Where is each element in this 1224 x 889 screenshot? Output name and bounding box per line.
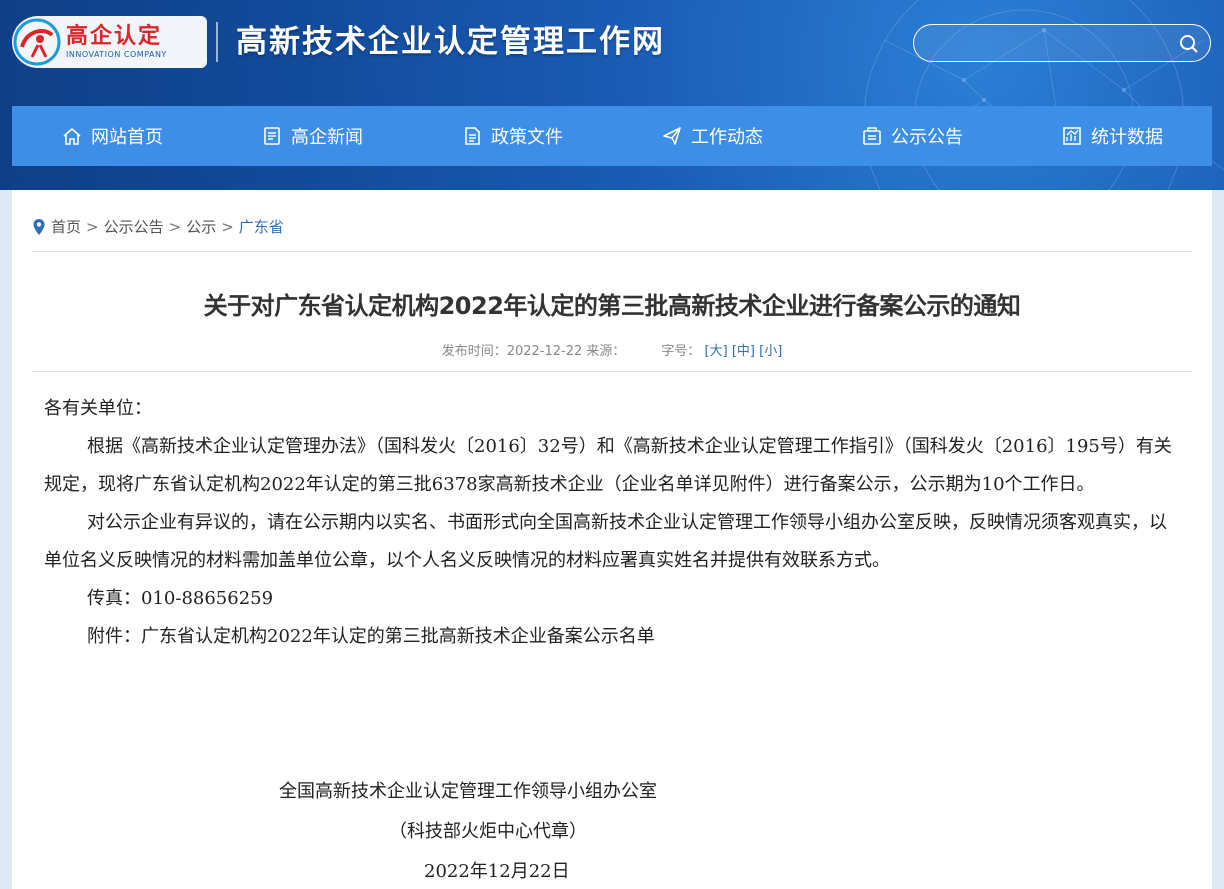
attachment-label: 附件： (87, 626, 141, 647)
nav-item-news[interactable]: 高企新闻 (212, 106, 412, 166)
article-meta: 发布时间：2022-12-22 来源： 字号： [大] [中] [小] (12, 340, 1212, 359)
salutation: 各有关单位： (44, 398, 152, 419)
logo-english-text: INNOVATION COMPANY (66, 49, 167, 59)
announcement-icon (863, 127, 881, 145)
paper-plane-icon (663, 127, 681, 145)
nav-item-label: 公示公告 (891, 127, 963, 148)
nav-item-work-updates[interactable]: 工作动态 (612, 106, 812, 166)
logo-emblem-icon (13, 18, 61, 66)
font-size-label: 字号： (661, 344, 701, 359)
breadcrumb-home-link[interactable]: 首页 (51, 216, 81, 237)
attachment-link[interactable]: 广东省认定机构2022年认定的第三批高新技术企业备案公示名单 (141, 626, 655, 647)
article-title: 关于对广东省认定机构2022年认定的第三批高新技术企业进行备案公示的通知 (203, 292, 1021, 320)
nav-item-label: 政策文件 (491, 127, 563, 148)
attachment-line: 附件：广东省认定机构2022年认定的第三批高新技术企业备案公示名单 (44, 618, 1182, 656)
content-panel: 首页 > 公示公告 > 公示 > 广东省 关于对广东省认定机构2022年认定的第… (12, 190, 1212, 889)
publish-time: 发布时间：2022-12-22 来源： (441, 344, 626, 359)
breadcrumb-announcements-link[interactable]: 公示公告 (104, 216, 164, 237)
fax-line: 传真：010-88656259 (87, 588, 274, 609)
breadcrumb-separator: > (168, 217, 182, 236)
article-body: 各有关单位： 根据《高新技术企业认定管理办法》（国科发火〔2016〕32号）和《… (44, 390, 1182, 656)
breadcrumb: 首页 > 公示公告 > 公示 > 广东省 (32, 216, 284, 237)
font-small-link[interactable]: [小] (759, 344, 782, 359)
signature-date: 2022年12月22日 (424, 861, 570, 882)
logo-chinese-text: 高企认定 (66, 23, 163, 49)
search-box (913, 24, 1211, 62)
nav-item-label: 网站首页 (91, 127, 163, 148)
signature-org: 全国高新技术企业认定管理工作领导小组办公室 (279, 781, 657, 802)
font-medium-link[interactable]: [中] (732, 344, 755, 359)
breadcrumb-separator: > (221, 217, 234, 236)
article-paragraph: 根据《高新技术企业认定管理办法》（国科发火〔2016〕32号）和《高新技术企业认… (44, 436, 1172, 495)
site-logo[interactable]: 高企认定 INNOVATION COMPANY (12, 16, 207, 68)
font-large-link[interactable]: [大] (705, 344, 728, 359)
nav-item-announcements[interactable]: 公示公告 (812, 106, 1012, 166)
breadcrumb-separator: > (86, 217, 99, 236)
divider (32, 251, 1192, 252)
news-icon (264, 127, 280, 145)
nav-item-label: 工作动态 (691, 127, 763, 148)
search-icon[interactable] (1178, 33, 1200, 55)
main-nav: 网站首页 高企新闻 政策文件 工作动态 公示公告 统计数据 (12, 106, 1212, 166)
nav-item-label: 统计数据 (1091, 127, 1163, 148)
home-icon (63, 127, 81, 145)
nav-item-policy[interactable]: 政策文件 (412, 106, 612, 166)
article-paragraph: 对公示企业有异议的，请在公示期内以实名、书面形式向全国高新技术企业认定管理工作领… (44, 512, 1167, 571)
signature-sub: （科技部火炬中心代章） (389, 821, 587, 842)
breadcrumb-publicity-link[interactable]: 公示 (186, 216, 216, 237)
nav-item-label: 高企新闻 (291, 127, 363, 148)
location-pin-icon (33, 218, 45, 235)
nav-item-statistics[interactable]: 统计数据 (1012, 106, 1212, 166)
chart-icon (1063, 127, 1081, 145)
breadcrumb-current-link[interactable]: 广东省 (239, 216, 284, 237)
search-input[interactable] (930, 31, 1174, 57)
nav-item-home[interactable]: 网站首页 (12, 106, 212, 166)
site-title: 高新技术企业认定管理工作网 (216, 22, 665, 62)
divider (32, 371, 1192, 372)
document-icon (465, 127, 480, 145)
page: 高企认定 INNOVATION COMPANY 高新技术企业认定管理工作网 网站… (0, 0, 1224, 889)
